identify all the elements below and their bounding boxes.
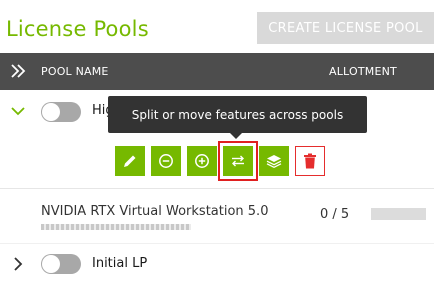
edit-icon	[124, 155, 136, 167]
column-header-pool-name[interactable]: POOL NAME	[41, 65, 109, 78]
allotment-bar	[371, 208, 426, 220]
pool-enable-toggle[interactable]	[41, 102, 81, 122]
delete-pool-button[interactable]	[295, 146, 325, 176]
pool-enable-toggle[interactable]	[41, 254, 81, 274]
plus-circle-icon	[195, 154, 209, 168]
tooltip: Split or move features across pools	[108, 96, 367, 139]
minus-circle-icon	[159, 154, 173, 168]
pool-name: Initial LP	[92, 256, 148, 271]
trash-icon	[304, 153, 316, 169]
license-name: NVIDIA RTX Virtual Workstation 5.0	[41, 204, 269, 219]
manage-layers-button[interactable]	[259, 146, 289, 176]
highlight-box	[218, 141, 258, 181]
table-header: POOL NAME ALLOTMENT	[0, 53, 434, 90]
edit-pool-button[interactable]	[115, 146, 145, 176]
remove-features-button[interactable]	[151, 146, 181, 176]
chevron-right-icon[interactable]	[10, 256, 26, 272]
expand-all-icon[interactable]	[10, 62, 26, 80]
add-features-button[interactable]	[187, 146, 217, 176]
license-allotment-count: 0 / 5	[320, 207, 350, 222]
pool-row: Initial LP	[0, 244, 434, 284]
row-divider	[0, 188, 434, 189]
column-header-allotment[interactable]: ALLOTMENT	[329, 65, 397, 78]
page-title: License Pools	[6, 17, 149, 41]
chevron-down-icon[interactable]	[10, 103, 26, 119]
toggle-knob	[42, 255, 60, 273]
toggle-knob	[42, 103, 60, 121]
license-pools-page: License Pools CREATE LICENSE POOL POOL N…	[0, 0, 443, 291]
layers-icon	[266, 155, 282, 169]
license-subtext	[41, 224, 191, 230]
create-license-pool-button[interactable]: CREATE LICENSE POOL	[257, 12, 434, 44]
